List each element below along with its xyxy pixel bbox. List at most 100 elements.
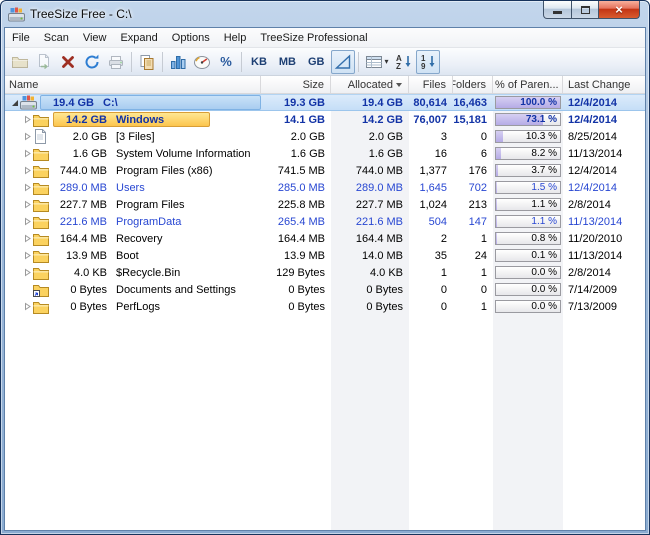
- expand-toggle-icon[interactable]: [21, 251, 33, 260]
- percent-bar-fill: [496, 165, 498, 176]
- tree-row[interactable]: 19.4 GBC:\19.3 GB19.4 GB80,61416,463100.…: [5, 94, 645, 111]
- tree-row[interactable]: 2.0 GB[3 Files]2.0 GB2.0 GB3010.3 %8/25/…: [5, 128, 645, 145]
- bar-chart-button[interactable]: [166, 50, 190, 74]
- row-name: Documents and Settings: [116, 284, 236, 296]
- column-header-folders[interactable]: Folders: [453, 76, 493, 93]
- expand-toggle-icon[interactable]: [21, 200, 33, 209]
- menu-item-expand[interactable]: Expand: [113, 28, 164, 47]
- files-cell: 504: [409, 213, 453, 230]
- last-change-cell: 11/13/2014: [563, 145, 645, 162]
- select-directory-button[interactable]: [8, 50, 32, 74]
- tree-row[interactable]: 227.7 MBProgram Files225.8 MB227.7 MB1,0…: [5, 196, 645, 213]
- name-highlight: 0 BytesDocuments and Settings: [53, 282, 240, 297]
- tree-row[interactable]: 1.6 GBSystem Volume Information1.6 GB1.6…: [5, 145, 645, 162]
- expand-toggle-icon[interactable]: [21, 183, 33, 192]
- view-mode-button[interactable]: ▾: [362, 50, 392, 74]
- expand-toggle-icon[interactable]: [21, 149, 33, 158]
- expand-toggle-icon[interactable]: [21, 166, 33, 175]
- column-label: Allocated: [348, 79, 393, 91]
- percent-cell: 3.7 %: [493, 162, 563, 179]
- gb-units-button[interactable]: GB: [302, 50, 331, 74]
- bar-chart-icon: [169, 53, 187, 71]
- column-label: Files: [423, 79, 446, 91]
- tree-row[interactable]: 0 BytesDocuments and Settings0 Bytes0 By…: [5, 281, 645, 298]
- column-header-percent-of-parent[interactable]: % of Paren...: [493, 76, 563, 93]
- name-cell: 227.7 MBProgram Files: [5, 196, 261, 213]
- files-cell: 0: [409, 281, 453, 298]
- tree-list-body[interactable]: 19.4 GBC:\19.3 GB19.4 GB80,61416,463100.…: [5, 94, 645, 530]
- printer-icon: [107, 53, 125, 71]
- tree-row[interactable]: 0 BytesPerfLogs0 Bytes0 Bytes010.0 %7/13…: [5, 298, 645, 315]
- menu-item-view[interactable]: View: [76, 28, 114, 47]
- folders-cell: 147: [453, 213, 493, 230]
- auto-units-button[interactable]: [331, 50, 355, 74]
- expand-toggle-icon[interactable]: [21, 132, 33, 141]
- column-label: Size: [303, 79, 324, 91]
- folders-cell: 1: [453, 264, 493, 281]
- allocated-cell: 1.6 GB: [331, 145, 409, 162]
- close-button[interactable]: ×: [599, 1, 640, 19]
- folder-icon: [33, 113, 53, 127]
- export-icon: [35, 53, 53, 71]
- tree-row[interactable]: 13.9 MBBoot13.9 MB14.0 MB35240.1 %11/13/…: [5, 247, 645, 264]
- tree-row[interactable]: 4.0 KB$Recycle.Bin129 Bytes4.0 KB110.0 %…: [5, 264, 645, 281]
- expand-toggle-icon[interactable]: [21, 302, 33, 311]
- percent-cell: 0.0 %: [493, 264, 563, 281]
- name-cell: 221.6 MBProgramData: [5, 213, 261, 230]
- column-header-files[interactable]: Files: [409, 76, 453, 93]
- percent-bar: 0.0 %: [495, 300, 561, 313]
- sort-alphabetical-button[interactable]: AZ: [392, 50, 416, 74]
- percent-button[interactable]: %: [214, 50, 238, 74]
- last-change-cell: 12/4/2014: [563, 179, 645, 196]
- tree-row[interactable]: 744.0 MBProgram Files (x86)741.5 MB744.0…: [5, 162, 645, 179]
- sort-by-size-button[interactable]: 19: [416, 50, 440, 74]
- column-header-name[interactable]: Name: [5, 76, 261, 93]
- name-highlight: 19.4 GBC:\: [40, 95, 261, 110]
- name-cell: 2.0 GB[3 Files]: [5, 128, 261, 145]
- kb-units-button[interactable]: KB: [245, 50, 273, 74]
- mb-units-button[interactable]: MB: [273, 50, 302, 74]
- column-header-size[interactable]: Size: [261, 76, 331, 93]
- expand-toggle-icon[interactable]: [21, 268, 33, 277]
- tree-row[interactable]: 14.2 GBWindows14.1 GB14.2 GB76,00715,181…: [5, 111, 645, 128]
- row-name: Program Files: [116, 199, 184, 211]
- folders-cell: 24: [453, 247, 493, 264]
- collapse-toggle-icon[interactable]: [8, 98, 20, 107]
- percent-cell: 0.1 %: [493, 247, 563, 264]
- expand-toggle-icon[interactable]: [21, 115, 33, 124]
- column-header-allocated[interactable]: Allocated: [331, 76, 409, 93]
- percent-cell: 100.0 %: [493, 95, 563, 110]
- percent-text: 0.0 %: [531, 284, 557, 295]
- last-change-cell: 12/4/2014: [563, 111, 645, 128]
- menu-item-help[interactable]: Help: [217, 28, 254, 47]
- column-header-last-change[interactable]: Last Change: [563, 76, 645, 93]
- maximize-button[interactable]: [572, 1, 599, 19]
- row-name: $Recycle.Bin: [116, 267, 180, 279]
- gauge-button[interactable]: [190, 50, 214, 74]
- percent-bar: 0.0 %: [495, 283, 561, 296]
- refresh-button[interactable]: [80, 50, 104, 74]
- tree-row[interactable]: 289.0 MBUsers285.0 MB289.0 MB1,6457021.5…: [5, 179, 645, 196]
- export-button[interactable]: [32, 50, 56, 74]
- size-cell: 14.1 GB: [261, 111, 331, 128]
- folder-icon: [33, 198, 53, 212]
- name-highlight: 1.6 GBSystem Volume Information: [53, 146, 255, 161]
- menu-item-scan[interactable]: Scan: [37, 28, 76, 47]
- files-cell: 1,377: [409, 162, 453, 179]
- copy-button[interactable]: [135, 50, 159, 74]
- minimize-button[interactable]: [543, 1, 572, 19]
- menu-item-treesize-professional[interactable]: TreeSize Professional: [253, 28, 374, 47]
- files-cell: 1: [409, 264, 453, 281]
- tree-row[interactable]: 221.6 MBProgramData265.4 MB221.6 MB50414…: [5, 213, 645, 230]
- minimize-icon: [553, 10, 562, 14]
- expand-toggle-icon[interactable]: [21, 217, 33, 226]
- expand-toggle-icon[interactable]: [21, 234, 33, 243]
- last-change-cell: 11/20/2010: [563, 230, 645, 247]
- name-highlight: 2.0 GB[3 Files]: [53, 129, 159, 144]
- menu-item-options[interactable]: Options: [165, 28, 217, 47]
- delete-button[interactable]: [56, 50, 80, 74]
- tree-row[interactable]: 164.4 MBRecovery164.4 MB164.4 MB210.8 %1…: [5, 230, 645, 247]
- percent-bar: 1.5 %: [495, 181, 561, 194]
- menu-item-file[interactable]: File: [5, 28, 37, 47]
- print-button[interactable]: [104, 50, 128, 74]
